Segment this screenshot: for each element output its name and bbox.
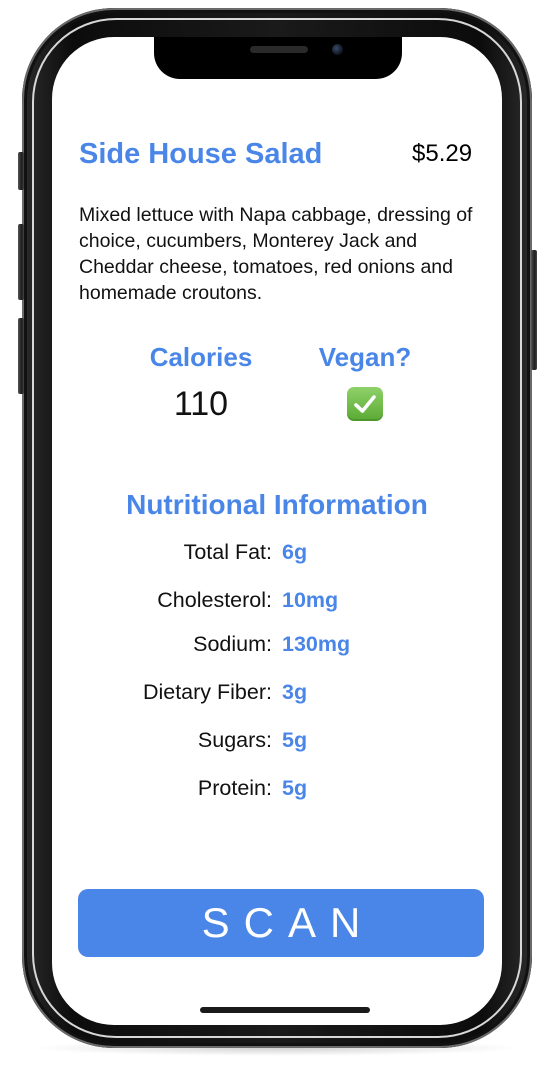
home-indicator[interactable]: [200, 1007, 370, 1013]
nutrition-label: Total Fat:: [183, 540, 272, 564]
check-mark-button-icon: [347, 387, 383, 421]
nutrition-value: 6g: [282, 540, 308, 564]
scan-button[interactable]: SCAN: [78, 889, 484, 957]
calories-value: 110: [173, 385, 229, 423]
nutrition-label: Sodium:: [193, 632, 272, 656]
power-button: [531, 250, 537, 370]
phone-screen: Side House Salad $5.29 Mixed lettuce wit…: [52, 37, 502, 1025]
nutrition-row-cholesterol: Cholesterol: 10mg: [52, 588, 502, 618]
nutrition-label: Sugars:: [197, 728, 272, 752]
nutrition-label: Protein:: [197, 776, 272, 800]
check-mark-icon: [354, 395, 376, 413]
nutrition-value: 10mg: [282, 588, 339, 612]
silent-switch: [18, 152, 24, 190]
nutrition-row-sodium: Sodium: 130mg: [52, 632, 502, 662]
item-title: Side House Salad: [79, 138, 323, 170]
volume-up-button: [18, 224, 24, 300]
nutrition-row-sugars: Sugars: 5g: [52, 728, 502, 758]
nutrition-value: 130mg: [282, 632, 351, 656]
front-camera-icon: [332, 44, 343, 55]
nutrition-label: Cholesterol:: [157, 588, 272, 612]
nutrition-value: 3g: [282, 680, 308, 704]
nutrition-heading: Nutritional Information: [126, 489, 428, 520]
notch: [154, 37, 402, 79]
nutrition-row-total-fat: Total Fat: 6g: [52, 540, 502, 570]
volume-down-button: [18, 318, 24, 394]
speaker-grille: [250, 46, 308, 53]
vegan-label: Vegan?: [318, 342, 412, 372]
nutrition-row-dietary-fiber: Dietary Fiber: 3g: [52, 680, 502, 710]
item-price: $5.29: [412, 140, 473, 167]
nutrition-value: 5g: [282, 776, 308, 800]
calories-label: Calories: [149, 342, 253, 372]
item-description: Mixed lettuce with Napa cabbage, dressin…: [79, 204, 473, 304]
nutrition-row-protein: Protein: 5g: [52, 776, 502, 806]
nutrition-label: Dietary Fiber:: [142, 680, 272, 704]
nutrition-value: 5g: [282, 728, 308, 752]
